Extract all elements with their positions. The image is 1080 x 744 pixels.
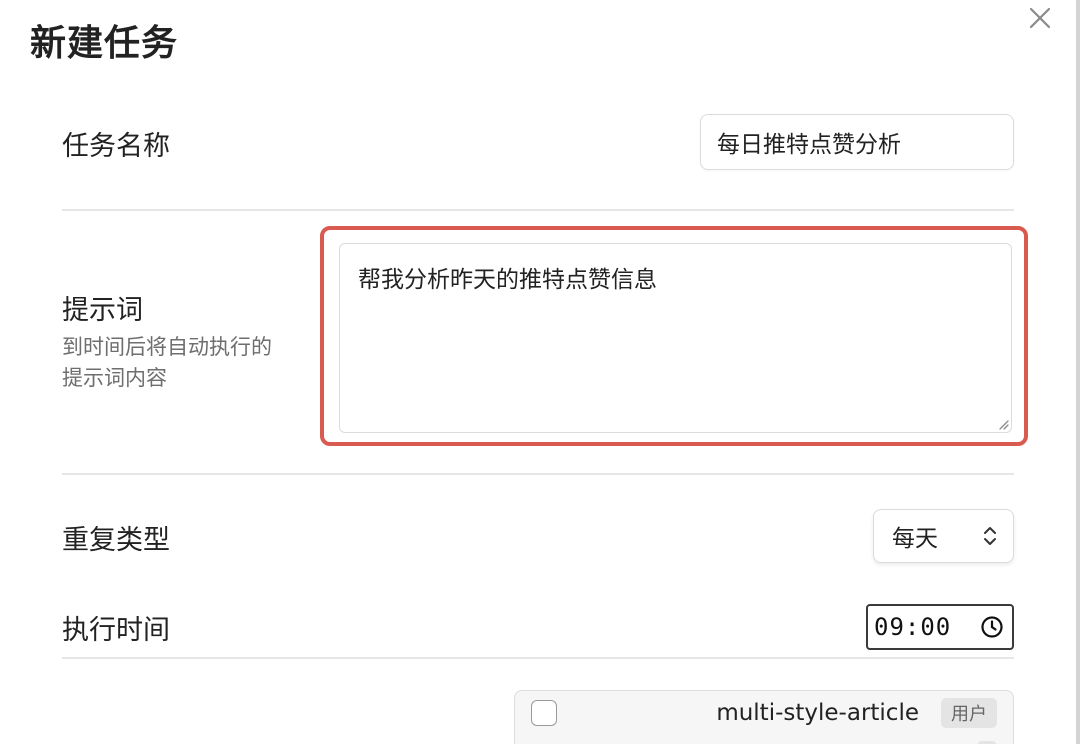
exec-time-value: 09:00 xyxy=(874,613,952,641)
prompt-description-line-1: 到时间后将自动执行的 xyxy=(62,335,272,359)
prompt-description: 到时间后将自动执行的 提示词内容 xyxy=(62,332,312,394)
divider xyxy=(62,473,1014,475)
repeat-type-select[interactable]: 每天 xyxy=(873,509,1014,563)
clock-icon[interactable] xyxy=(980,615,1004,639)
close-button[interactable] xyxy=(1024,4,1056,32)
list-item[interactable] xyxy=(515,735,1013,744)
task-name-input[interactable]: 每日推特点赞分析 xyxy=(700,114,1014,170)
repeat-type-value: 每天 xyxy=(892,526,938,552)
task-name-label: 任务名称 xyxy=(62,131,170,162)
skill-tag: 用户 xyxy=(941,698,997,728)
divider xyxy=(62,657,1014,659)
resize-grip-icon[interactable] xyxy=(995,416,1009,430)
prompt-label: 提示词 xyxy=(62,295,143,326)
skill-name: multi-style-article xyxy=(716,700,919,726)
skill-checkbox[interactable] xyxy=(531,700,557,726)
close-icon xyxy=(1029,7,1051,29)
prompt-text: 帮我分析昨天的推特点赞信息 xyxy=(358,267,657,293)
exec-time-label: 执行时间 xyxy=(62,615,170,646)
exec-time-input[interactable]: 09:00 xyxy=(866,604,1014,650)
prompt-textarea[interactable]: 帮我分析昨天的推特点赞信息 xyxy=(339,243,1012,433)
prompt-description-line-2: 提示词内容 xyxy=(62,366,167,390)
task-name-value: 每日推特点赞分析 xyxy=(717,132,901,158)
divider xyxy=(62,209,1014,211)
chevron-up-down-icon xyxy=(984,527,996,545)
new-task-dialog: 新建任务 任务名称 每日推特点赞分析 提示词 到时间后将自动执行的 提示词内容 … xyxy=(0,0,1080,744)
dialog-right-edge xyxy=(1076,0,1080,744)
repeat-type-label: 重复类型 xyxy=(62,525,170,556)
list-item[interactable]: multi-style-article 用户 xyxy=(515,691,1013,735)
skill-list: multi-style-article 用户 xyxy=(514,690,1014,744)
dialog-title: 新建任务 xyxy=(30,23,179,64)
